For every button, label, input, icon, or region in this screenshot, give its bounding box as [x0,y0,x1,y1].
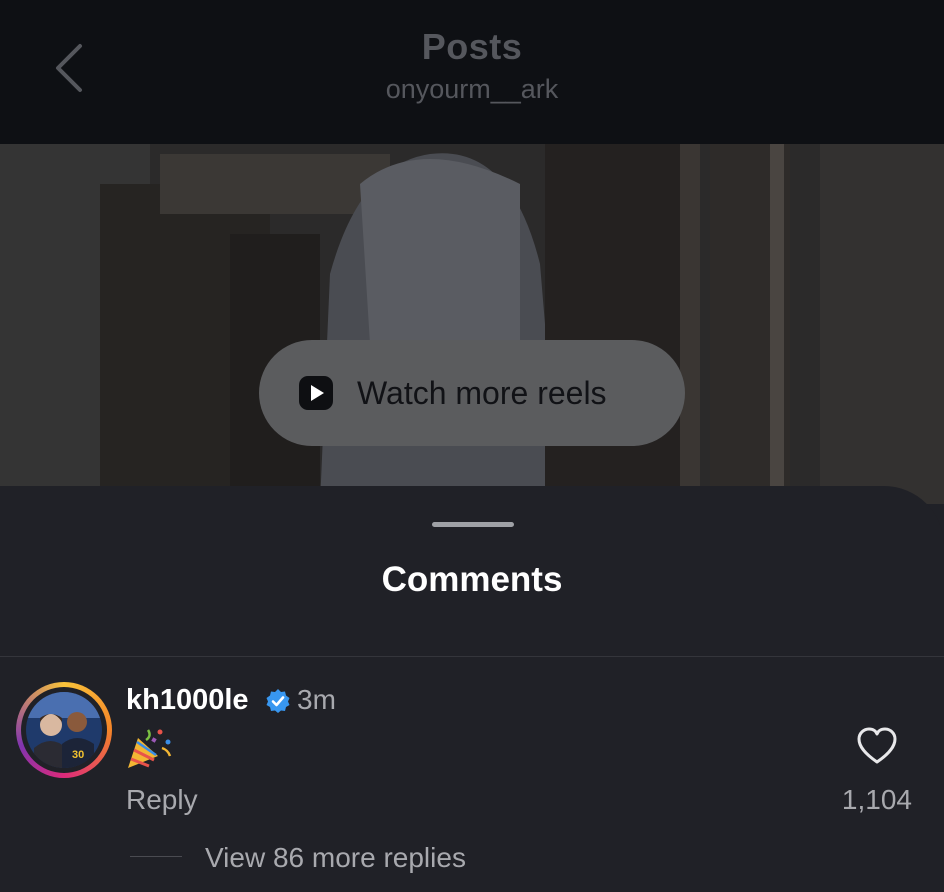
verified-badge-icon [266,689,290,713]
page-title: Posts [421,26,523,67]
avatar[interactable]: 30 [16,682,112,778]
top-bar: Posts onyourm__ark [0,0,944,144]
video-frame [0,144,944,504]
comment-time: 3m [297,684,336,715]
sheet-drag-handle[interactable] [432,522,514,527]
play-icon [299,376,333,410]
like-count: 1,104 [841,784,912,815]
watch-more-reels-label: Watch more reels [357,374,607,411]
avatar-photo: 30 [26,692,102,768]
replies-divider [130,856,182,857]
heart-icon[interactable] [856,726,898,766]
divider [0,656,944,657]
reel-video[interactable]: Watch more reels [0,144,944,504]
comments-title: Comments [381,560,563,599]
watch-more-reels-button[interactable]: Watch more reels [259,340,685,446]
comments-sheet: Comments 30 kh1000le 3m Reply 1,104 View… [0,486,944,892]
svg-text:30: 30 [72,749,84,761]
page-subtitle: onyourm__ark [385,74,559,104]
comment-username[interactable]: kh1000le [126,684,249,717]
view-more-replies-button[interactable]: View 86 more replies [205,842,466,874]
party-popper-icon [128,729,172,768]
reply-button[interactable]: Reply [126,784,198,816]
